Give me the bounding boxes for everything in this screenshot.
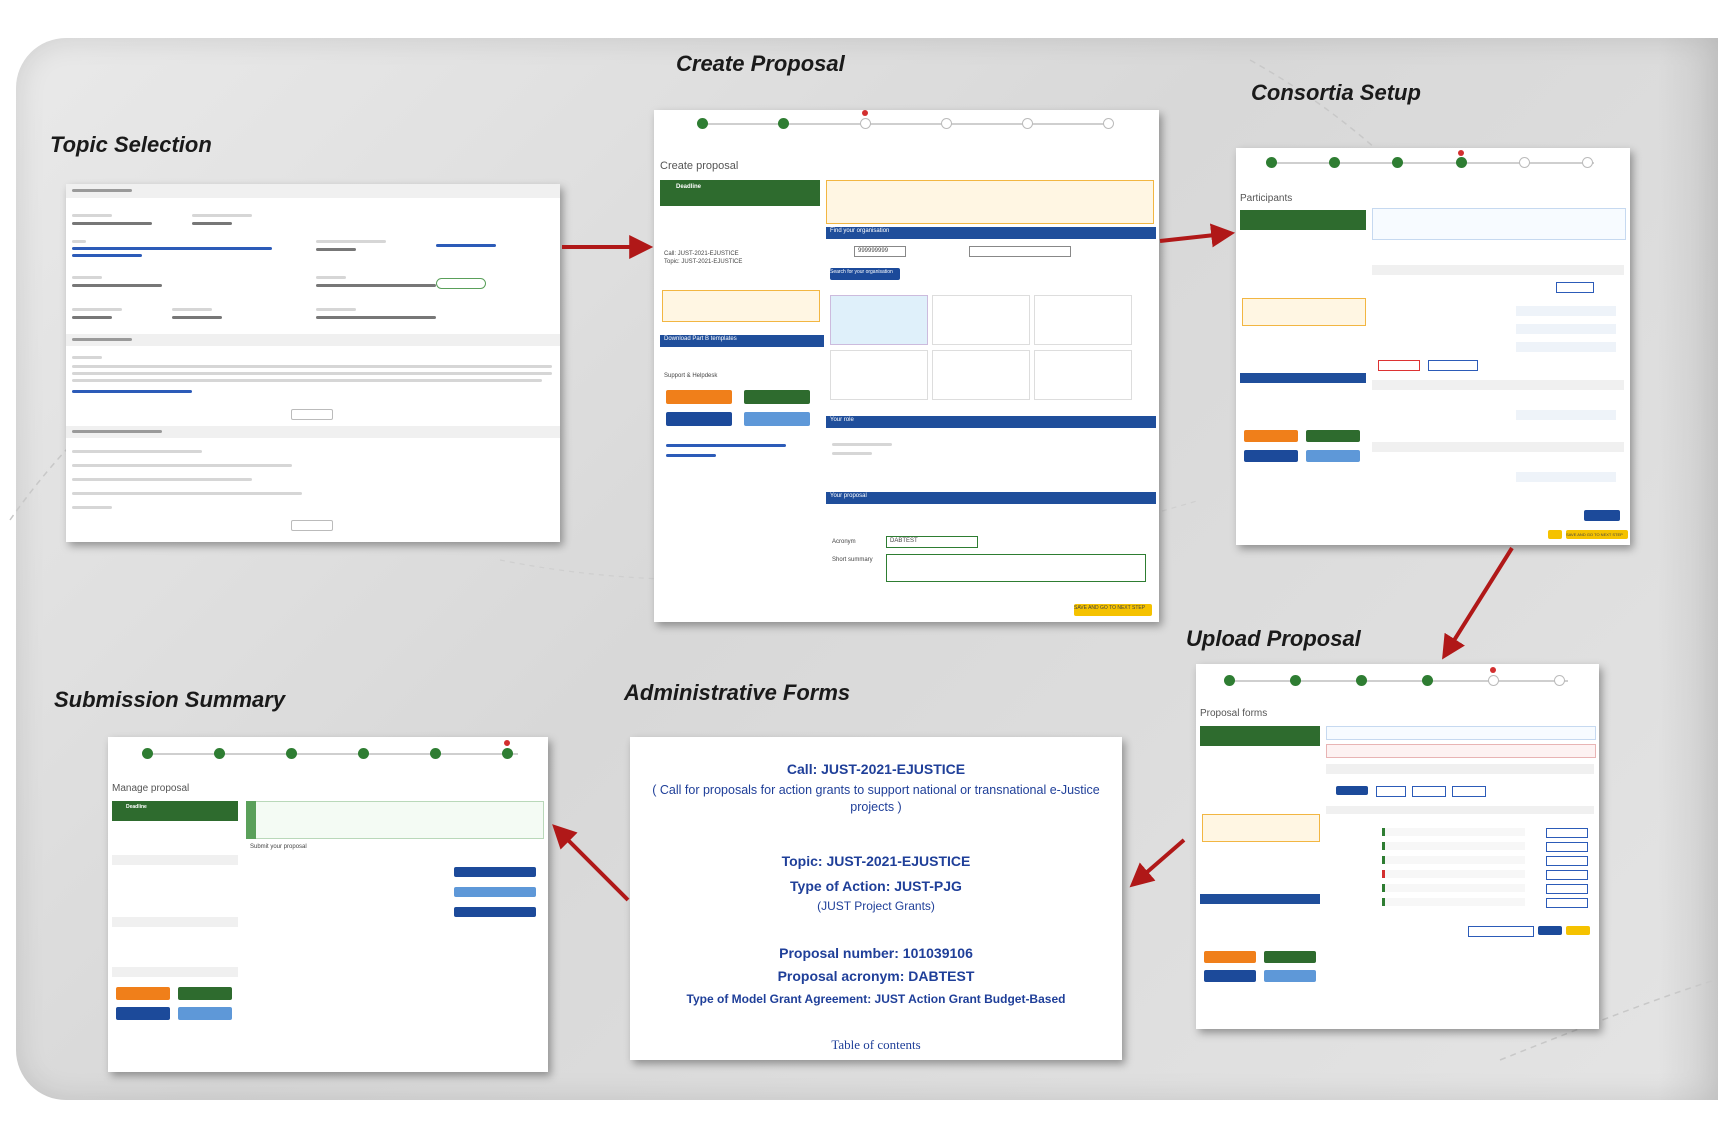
doc-call-description: ( Call for proposals for action grants t…: [652, 783, 1100, 814]
doc-mga-type: Type of Model Grant Agreement: JUST Acti…: [686, 992, 1066, 1006]
administrative-forms-document: Call: JUST-2021-EJUSTICE ( Call for prop…: [630, 737, 1122, 1060]
download-templates-bar: Download Part B templates: [660, 335, 824, 347]
doc-type-of-action: Type of Action: JUST-PJG: [790, 878, 962, 894]
proposal-forms-heading: Proposal forms: [1200, 708, 1268, 719]
step-title-create-proposal: Create Proposal: [676, 51, 845, 76]
acronym-input[interactable]: DABTEST: [890, 537, 918, 545]
pic-value: 999999999: [858, 248, 889, 254]
deadline-label: Deadline: [676, 184, 702, 190]
call-line: Call: JUST-2021-EJUSTICE: [664, 251, 739, 257]
step-title-submission-summary: Submission Summary: [54, 687, 286, 712]
short-summary-label: Short summary: [832, 557, 873, 563]
doc-proposal-acronym: Proposal acronym: DABTEST: [777, 968, 975, 984]
submit-proposal-label: Submit your proposal: [250, 844, 307, 850]
save-next-button[interactable]: SAVE AND GO TO NEXT STEP: [1074, 604, 1152, 616]
doc-type-of-action-desc: (JUST Project Grants): [817, 899, 935, 913]
doc-proposal-number: Proposal number: 101039106: [779, 945, 973, 961]
your-role-bar: Your role: [826, 416, 1156, 428]
manage-deadline-label: Deadline: [126, 804, 147, 810]
consortia-setup-screenshot: Participants SAVE AND GO TO NEXT STEP: [1236, 148, 1630, 545]
consortia-next-button[interactable]: SAVE AND GO TO NEXT STEP: [1566, 530, 1628, 539]
create-proposal-screenshot: Create proposal Deadline Call: JUST-2021…: [654, 110, 1159, 622]
step-title-upload-proposal: Upload Proposal: [1186, 626, 1361, 651]
page-heading: Create proposal: [660, 160, 739, 172]
support-label: Support & Helpdesk: [664, 373, 718, 379]
search-organisation-button[interactable]: Search for your organisation: [830, 268, 900, 280]
topic-line: Topic: JUST-2021-EJUSTICE: [664, 259, 743, 265]
short-summary-textarea[interactable]: [886, 554, 1146, 582]
doc-call: Call: JUST-2021-EJUSTICE: [786, 761, 966, 777]
step-title-topic-selection: Topic Selection: [50, 132, 212, 157]
step-title-administrative-forms: Administrative Forms: [624, 680, 851, 705]
your-proposal-bar: Your proposal: [826, 492, 1156, 504]
doc-topic: Topic: JUST-2021-EJUSTICE: [781, 853, 971, 869]
step-title-consortia-setup: Consortia Setup: [1251, 80, 1421, 105]
manage-proposal-heading: Manage proposal: [112, 783, 190, 794]
upload-proposal-screenshot: Proposal forms: [1196, 664, 1599, 1029]
find-organisation-bar: Find your organisation: [826, 227, 1156, 239]
submission-summary-screenshot: Manage proposal Deadline Submit your pro…: [108, 737, 548, 1072]
acronym-label: Acronym: [832, 539, 856, 545]
participants-heading: Participants: [1240, 193, 1293, 204]
topic-selection-screenshot: [66, 184, 560, 542]
doc-table-of-contents: Table of contents: [831, 1037, 921, 1052]
